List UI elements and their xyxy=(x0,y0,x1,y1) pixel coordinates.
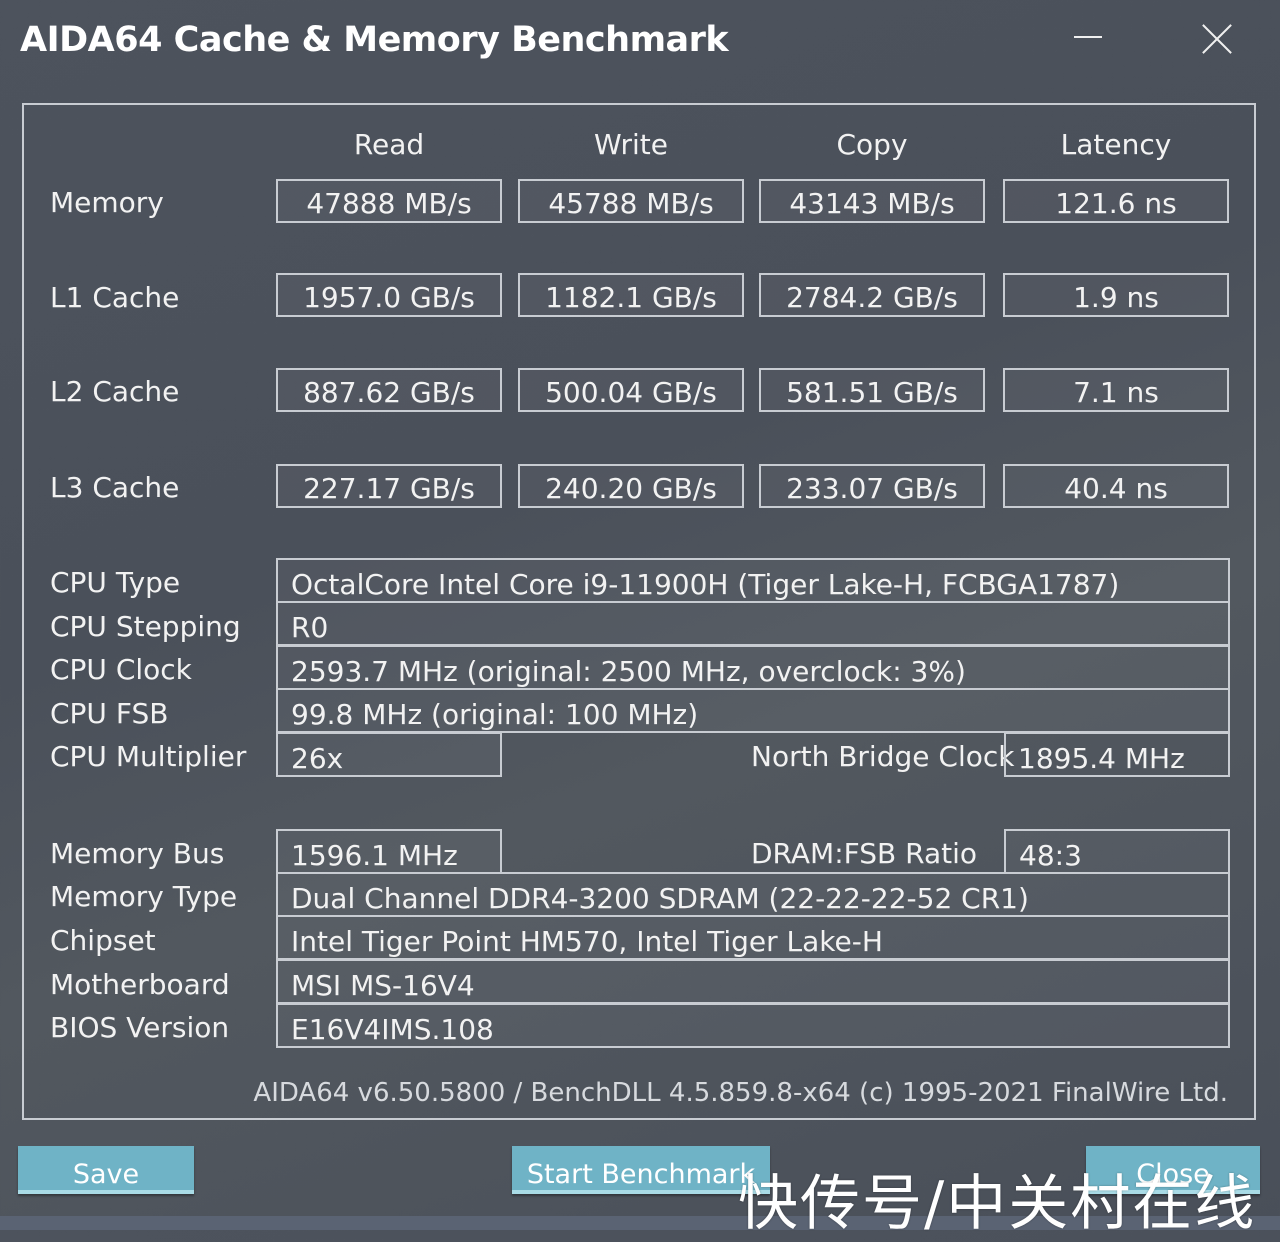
dram-fsb-ratio-value: 48:3 xyxy=(1004,829,1230,874)
bios-version-value: E16V4IMS.108 xyxy=(276,1003,1230,1048)
cpu-multiplier-value: 26x xyxy=(276,732,502,777)
l3-write-value: 240.20 GB/s xyxy=(518,464,744,508)
row-label: L2 Cache xyxy=(50,375,180,408)
l1-copy-value: 2784.2 GB/s xyxy=(759,273,985,317)
motherboard-label: Motherboard xyxy=(50,968,230,1001)
memory-copy-value: 43143 MB/s xyxy=(759,179,985,223)
cpu-type-value: OctalCore Intel Core i9-11900H (Tiger La… xyxy=(276,558,1230,603)
l3-read-value: 227.17 GB/s xyxy=(276,464,502,508)
memory-type-label: Memory Type xyxy=(50,880,238,913)
column-header-copy: Copy xyxy=(836,128,908,161)
minimize-icon[interactable] xyxy=(1074,36,1102,38)
chipset-value: Intel Tiger Point HM570, Intel Tiger Lak… xyxy=(276,915,1230,960)
l2-copy-value: 581.51 GB/s xyxy=(759,368,985,412)
memory-type-value: Dual Channel DDR4-3200 SDRAM (22-22-22-5… xyxy=(276,872,1230,917)
l3-latency-value: 40.4 ns xyxy=(1003,464,1229,508)
cpu-multiplier-label: CPU Multiplier xyxy=(50,740,247,773)
l2-write-value: 500.04 GB/s xyxy=(518,368,744,412)
column-header-write: Write xyxy=(594,128,668,161)
row-label: Memory xyxy=(50,186,164,219)
window-title: AIDA64 Cache & Memory Benchmark xyxy=(20,20,729,60)
save-button[interactable]: Save xyxy=(18,1146,194,1194)
memory-bus-label: Memory Bus xyxy=(50,837,225,870)
l2-latency-value: 7.1 ns xyxy=(1003,368,1229,412)
column-header-read: Read xyxy=(353,128,425,161)
memory-write-value: 45788 MB/s xyxy=(518,179,744,223)
close-icon[interactable] xyxy=(1200,22,1234,56)
cpu-clock-label: CPU Clock xyxy=(50,653,192,686)
chipset-label: Chipset xyxy=(50,924,156,957)
motherboard-value: MSI MS-16V4 xyxy=(276,959,1230,1004)
column-header-latency: Latency xyxy=(1060,128,1172,161)
l1-latency-value: 1.9 ns xyxy=(1003,273,1229,317)
memory-latency-value: 121.6 ns xyxy=(1003,179,1229,223)
north-bridge-clock-value: 1895.4 MHz xyxy=(1004,732,1230,777)
row-label: L1 Cache xyxy=(50,281,180,314)
cpu-fsb-value: 99.8 MHz (original: 100 MHz) xyxy=(276,688,1230,733)
row-label: L3 Cache xyxy=(50,471,180,504)
cpu-stepping-label: CPU Stepping xyxy=(50,610,241,643)
cpu-stepping-value: R0 xyxy=(276,601,1230,646)
l2-read-value: 887.62 GB/s xyxy=(276,368,502,412)
l3-copy-value: 233.07 GB/s xyxy=(759,464,985,508)
start-benchmark-button[interactable]: Start Benchmark xyxy=(512,1146,770,1194)
l1-read-value: 1957.0 GB/s xyxy=(276,273,502,317)
version-footer: AIDA64 v6.50.5800 / BenchDLL 4.5.859.8-x… xyxy=(253,1078,1228,1108)
cpu-clock-value: 2593.7 MHz (original: 2500 MHz, overcloc… xyxy=(276,645,1230,690)
north-bridge-clock-label: North Bridge Clock xyxy=(751,740,1015,773)
dram-fsb-ratio-label: DRAM:FSB Ratio xyxy=(751,837,978,870)
l1-write-value: 1182.1 GB/s xyxy=(518,273,744,317)
cpu-type-label: CPU Type xyxy=(50,566,181,599)
memory-bus-value: 1596.1 MHz xyxy=(276,829,502,874)
watermark-text: 快传号/中关村在线 xyxy=(738,1169,1257,1239)
bios-version-label: BIOS Version xyxy=(50,1011,230,1044)
cpu-fsb-label: CPU FSB xyxy=(50,697,169,730)
memory-read-value: 47888 MB/s xyxy=(276,179,502,223)
